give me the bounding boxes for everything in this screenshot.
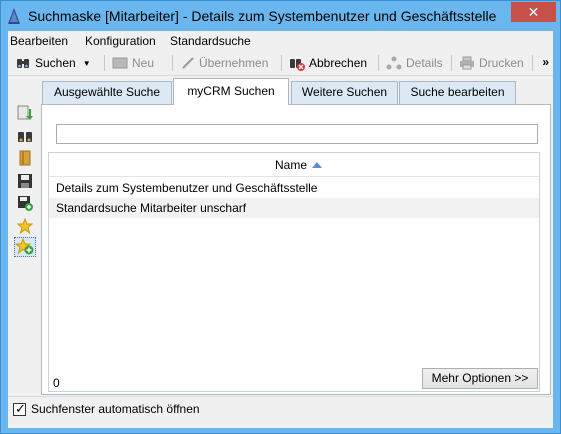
cancel-button-label: Abbrechen	[309, 56, 368, 70]
binoculars-icon	[17, 59, 29, 68]
add-favorite-button[interactable]	[14, 237, 36, 257]
column-header-name[interactable]: Name	[275, 158, 307, 172]
print-button-label: Drucken	[479, 56, 524, 70]
toolbar-separator	[451, 55, 452, 71]
printer-icon	[460, 56, 474, 70]
grid-footer-count-left: 0	[53, 376, 60, 390]
save-as-icon[interactable]	[17, 195, 33, 211]
side-toolbar	[8, 77, 41, 394]
new-button[interactable]: Neu	[112, 52, 154, 74]
tab-weitere-suchen[interactable]: Weitere Suchen	[291, 81, 398, 104]
tab-panel-mycrm: Name Details zum Systembenutzer und Gesc…	[41, 104, 551, 395]
binoculars-cancel-icon	[290, 59, 305, 71]
sort-ascending-icon	[312, 162, 322, 168]
search-input[interactable]	[56, 124, 538, 144]
auto-open-label[interactable]: Suchfenster automatisch öffnen	[31, 402, 200, 416]
checkmark-icon: ✓	[15, 400, 26, 416]
toolbar-overflow-button[interactable]: »	[542, 55, 549, 69]
app-icon	[8, 8, 20, 24]
window-client-area: Bearbeiten Konfiguration Standardsuche S…	[8, 31, 553, 428]
add-favorite-icon	[14, 237, 34, 255]
search-button-label: Suchen	[35, 56, 76, 70]
details-icon	[386, 56, 402, 70]
app-window: Suchmaske [Mitarbeiter] - Details zum Sy…	[0, 0, 561, 434]
title-bar[interactable]: Suchmaske [Mitarbeiter] - Details zum Sy…	[1, 1, 560, 31]
favorite-star-icon[interactable]	[17, 218, 33, 234]
auto-open-checkbox[interactable]: ✓	[13, 400, 26, 416]
toolbar-separator	[378, 55, 379, 71]
bottom-divider	[8, 396, 553, 397]
binoculars-icon[interactable]	[17, 128, 33, 144]
toolbar-divider	[8, 75, 553, 76]
cancel-button[interactable]: Abbrechen	[289, 52, 367, 74]
search-button[interactable]: Suchen ▼	[15, 52, 91, 74]
toolbar-separator	[104, 55, 105, 71]
pencil-icon	[182, 57, 194, 69]
menu-bar: Bearbeiten Konfiguration Standardsuche	[8, 31, 553, 51]
table-row[interactable]: Standardsuche Mitarbeiter unscharf	[49, 198, 539, 218]
toolbar-separator	[532, 55, 533, 71]
window-title: Suchmaske [Mitarbeiter] - Details zum Sy…	[28, 8, 497, 24]
tab-mycrm-suchen[interactable]: myCRM Suchen	[173, 78, 289, 105]
print-button[interactable]: Drucken	[459, 52, 524, 74]
menu-konfiguration[interactable]: Konfiguration	[85, 34, 156, 48]
save-icon[interactable]	[17, 173, 33, 189]
new-card-icon	[112, 57, 128, 69]
more-options-button[interactable]: Mehr Optionen >>	[422, 368, 538, 389]
toolbar-separator	[172, 55, 173, 71]
details-button-label: Details	[406, 56, 443, 70]
search-results-grid: Name Details zum Systembenutzer und Gesc…	[48, 152, 540, 392]
grid-header[interactable]: Name	[49, 153, 539, 177]
book-icon[interactable]	[17, 150, 33, 166]
details-button[interactable]: Details	[386, 52, 443, 74]
toolbar: Suchen ▼ Neu Übernehmen Abbrechen Detail…	[8, 52, 553, 74]
table-row[interactable]: Details zum Systembenutzer und Geschäfts…	[49, 178, 539, 198]
apply-button[interactable]: Übernehmen	[181, 52, 268, 74]
close-button[interactable]: ✕	[511, 2, 556, 22]
new-button-label: Neu	[132, 56, 155, 70]
dropdown-arrow-icon[interactable]: ▼	[83, 59, 91, 68]
tab-suche-bearbeiten[interactable]: Suche bearbeiten	[399, 81, 516, 104]
apply-button-label: Übernehmen	[199, 56, 269, 70]
load-search-icon[interactable]	[17, 105, 33, 121]
toolbar-separator	[281, 55, 282, 71]
menu-bearbeiten[interactable]: Bearbeiten	[10, 34, 68, 48]
auto-open-option: ✓ Suchfenster automatisch öffnen	[13, 400, 200, 416]
tab-ausgewaehlte-suche[interactable]: Ausgewählte Suche	[42, 81, 172, 104]
menu-standardsuche[interactable]: Standardsuche	[170, 34, 251, 48]
